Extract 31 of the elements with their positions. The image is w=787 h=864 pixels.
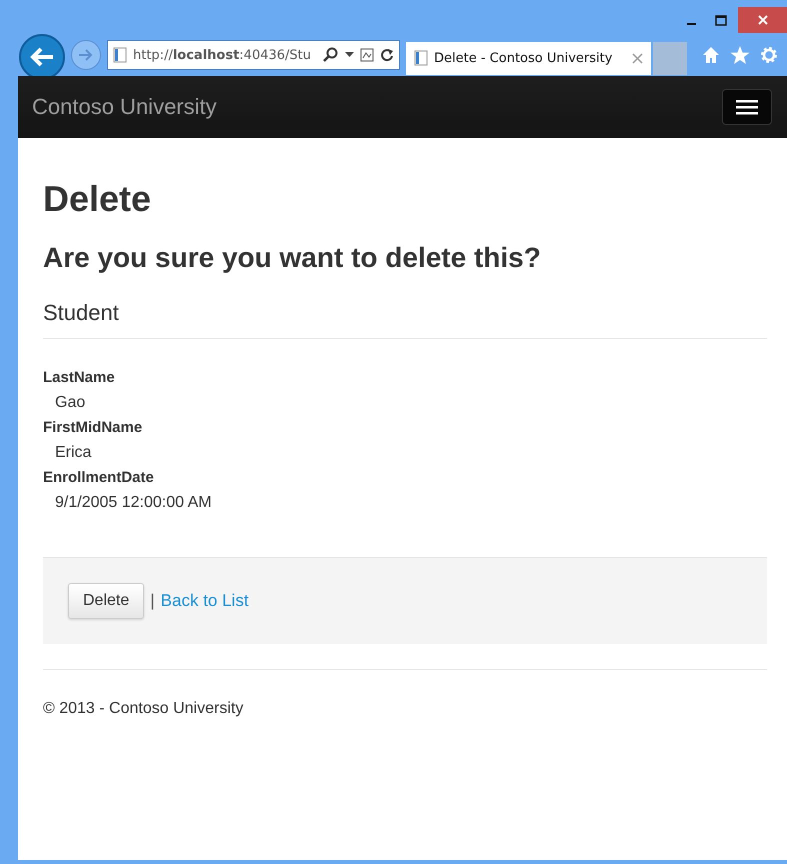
minimize-icon (686, 23, 696, 25)
star-icon[interactable] (729, 45, 751, 65)
field-value: 9/1/2005 12:00:00 AM (55, 493, 213, 513)
close-icon[interactable] (632, 52, 643, 64)
address-field[interactable]: http://localhost:40436/Stu (107, 40, 400, 70)
field-label: FirstMidName (43, 418, 144, 438)
confirm-question: Are you sure you want to delete this? (43, 242, 542, 274)
browser-tab[interactable]: Delete - Contoso University (406, 42, 651, 74)
dropdown-icon[interactable] (345, 52, 354, 58)
compatibility-icon[interactable] (360, 48, 374, 62)
field-value: Gao (55, 393, 86, 413)
brand-link[interactable]: Contoso University (32, 94, 217, 120)
close-icon (756, 14, 768, 26)
field-label: EnrollmentDate (43, 468, 155, 488)
page-icon (113, 47, 127, 63)
menu-icon (736, 99, 758, 115)
search-icon[interactable] (323, 47, 339, 63)
refresh-icon[interactable] (380, 48, 394, 62)
forward-arrow-icon (78, 48, 94, 62)
back-arrow-icon (29, 46, 55, 68)
footer-text: © 2013 - Contoso University (43, 700, 244, 718)
close-button[interactable] (738, 7, 787, 33)
menu-button[interactable] (722, 89, 772, 125)
field-value: Erica (55, 443, 92, 463)
separator: | (150, 591, 155, 611)
page-icon (414, 50, 428, 66)
section-title: Student (43, 300, 120, 326)
page-title: Delete (43, 178, 152, 220)
field-label: LastName (43, 368, 116, 388)
maximize-icon (715, 15, 727, 26)
delete-button[interactable]: Delete (68, 583, 144, 619)
